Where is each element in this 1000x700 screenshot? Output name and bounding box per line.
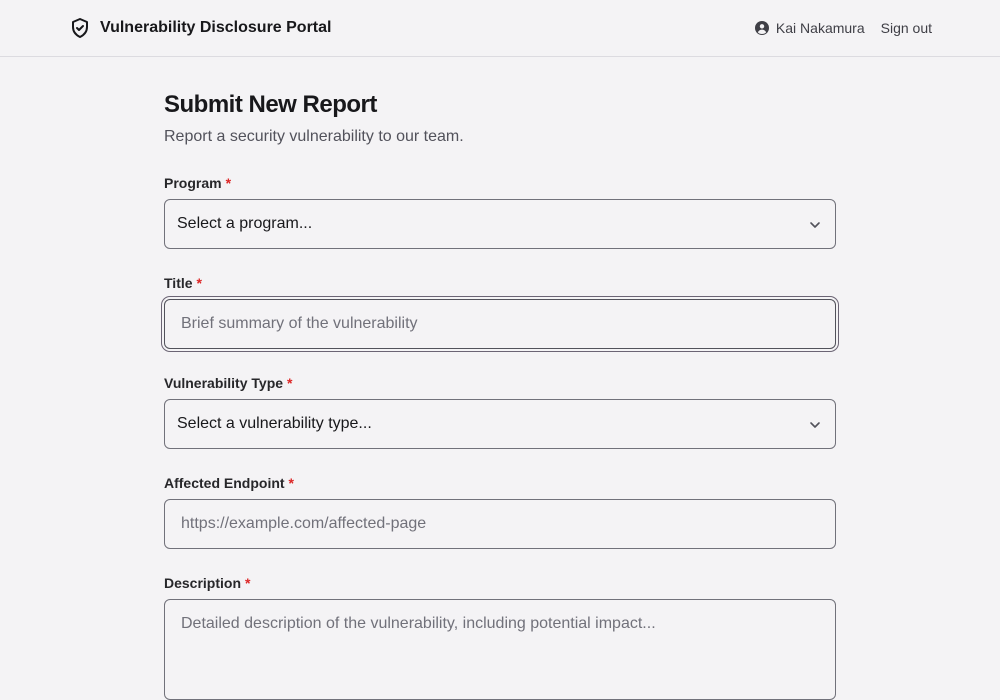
description-label-text: Description [164,575,242,591]
title-label-text: Title [164,275,193,291]
required-marker: * [287,375,293,391]
program-label-text: Program [164,175,222,191]
affected-endpoint-placeholder: https://example.com/affected-page [181,515,427,532]
description-label: Description * [164,575,250,591]
app-title: Vulnerability Disclosure Portal [100,19,332,36]
program-label: Program * [164,175,231,191]
page-title: Submit New Report [164,91,377,118]
required-marker: * [288,475,294,491]
top-navigation-bar: Vulnerability Disclosure Portal Kai Naka… [0,0,1000,57]
user-circle-icon [754,21,769,35]
required-marker: * [196,275,202,291]
title-label: Title * [164,275,202,291]
affected-endpoint-input[interactable]: https://example.com/affected-page [164,499,836,549]
title-input[interactable]: Brief summary of the vulnerability [164,299,836,349]
shield-check-icon [68,16,92,40]
program-select[interactable]: Select a program... [164,199,836,249]
user-name: Kai Nakamura [775,20,865,36]
description-placeholder: Detailed description of the vulnerabilit… [181,615,656,632]
affected-endpoint-label: Affected Endpoint * [164,475,294,491]
vulnerability-type-label: Vulnerability Type * [164,375,292,391]
title-input-placeholder: Brief summary of the vulnerability [181,315,418,332]
required-marker: * [245,575,251,591]
vulnerability-type-label-text: Vulnerability Type [164,375,284,391]
vulnerability-type-select-value: Select a vulnerability type... [177,415,372,432]
vulnerability-type-select[interactable]: Select a vulnerability type... [164,399,836,449]
chevron-down-icon [807,217,823,233]
sign-out-button[interactable]: Sign out [881,20,932,36]
program-select-value: Select a program... [177,215,313,232]
user-menu: Kai Nakamura Sign out [754,16,932,40]
page-subtitle: Report a security vulnerability to our t… [164,128,464,145]
affected-endpoint-label-text: Affected Endpoint [164,475,285,491]
description-textarea[interactable]: Detailed description of the vulnerabilit… [164,599,836,700]
brand[interactable]: Vulnerability Disclosure Portal [68,16,331,40]
chevron-down-icon [807,417,823,433]
required-marker: * [225,175,232,191]
